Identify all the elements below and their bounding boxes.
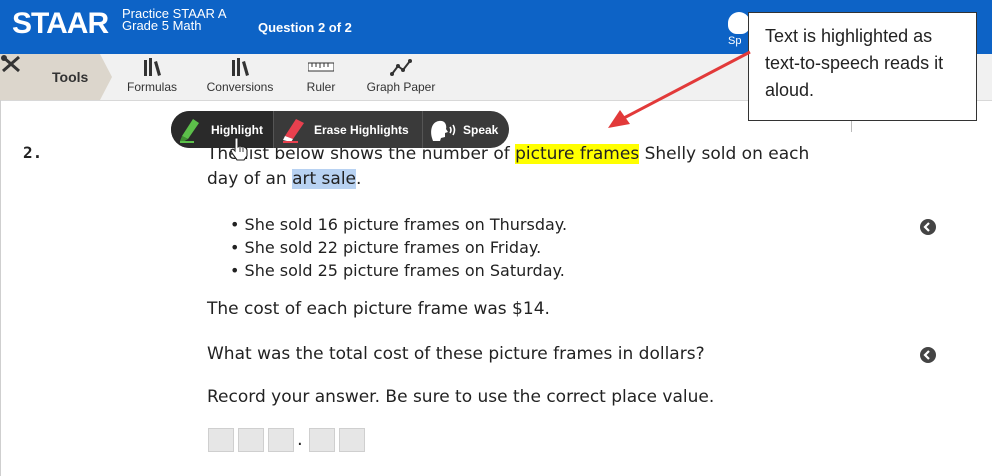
conversions-button[interactable]: Conversions — [198, 57, 282, 94]
question-intro-line2: day of an art sale. — [207, 169, 361, 189]
test-name: Practice STAAR A Grade 5 Math — [122, 7, 227, 33]
list-item: • She sold 16 picture frames on Thursday… — [230, 215, 568, 234]
eraser-red-icon — [283, 118, 304, 143]
list-item: • She sold 25 picture frames on Saturday… — [230, 261, 565, 280]
question-prompt: What was the total cost of these picture… — [207, 344, 705, 364]
answer-digit-box[interactable] — [238, 428, 264, 452]
ruler-icon — [302, 57, 340, 77]
conversions-label: Conversions — [206, 80, 274, 94]
intro-line2-text-2: . — [356, 169, 362, 189]
marker-green-icon — [180, 118, 199, 143]
conversions-icon — [198, 57, 282, 77]
answer-digit-box[interactable] — [268, 428, 294, 452]
cost-line: The cost of each picture frame was $14. — [207, 299, 550, 319]
bullet-text: She sold 22 picture frames on Friday. — [244, 238, 542, 257]
tools-label: Tools — [52, 69, 89, 85]
speech-bubble-icon[interactable] — [728, 12, 750, 34]
highlight-yellow-text[interactable]: picture frames — [515, 144, 640, 164]
erase-highlights-label: Erase Highlights — [314, 122, 409, 137]
header-icon-label: Sp — [728, 35, 742, 47]
speaking-head-icon — [431, 120, 456, 141]
staar-logo: STAAR — [12, 7, 109, 40]
answer-digit-box[interactable] — [309, 428, 335, 452]
speak-label: Speak — [463, 122, 499, 137]
graph-paper-label: Graph Paper — [366, 80, 436, 94]
answer-decimal-point: . — [297, 429, 303, 450]
tools-icon — [1, 55, 20, 73]
answer-instruction: Record your answer. Be sure to use the c… — [207, 387, 715, 407]
list-item: • She sold 22 picture frames on Friday. — [230, 238, 542, 257]
ruler-label: Ruler — [306, 80, 336, 94]
test-name-line2: Grade 5 Math — [122, 18, 202, 33]
answer-digit-box[interactable] — [339, 428, 365, 452]
ruler-button[interactable]: Ruler — [302, 57, 340, 94]
highlight-blue-text[interactable]: art sale — [292, 169, 356, 189]
highlight-label: Highlight — [211, 122, 263, 137]
formulas-label: Formulas — [126, 80, 177, 94]
back-arrow-icon[interactable] — [920, 347, 936, 363]
graph-paper-icon — [359, 57, 443, 77]
question-count: Question 2 of 2 — [258, 20, 352, 35]
intro-text-2: Shelly sold on each — [639, 144, 810, 164]
intro-line2-text-1: day of an — [207, 169, 293, 189]
bullet-text: She sold 16 picture frames on Thursday. — [244, 215, 568, 234]
hand-cursor-icon — [230, 137, 248, 161]
tools-button[interactable]: Tools — [0, 54, 112, 100]
back-arrow-icon[interactable] — [920, 219, 936, 235]
callout-text: Text is highlighted as text-to-speech re… — [765, 26, 944, 100]
question-number: 2. — [23, 143, 43, 162]
highlight-button[interactable]: Highlight — [171, 111, 273, 148]
graph-paper-button[interactable]: Graph Paper — [359, 57, 443, 94]
speak-button[interactable]: Speak — [423, 111, 509, 148]
formulas-icon — [124, 57, 180, 77]
annotation-callout: Text is highlighted as text-to-speech re… — [748, 12, 977, 121]
callout-arrow — [608, 50, 751, 128]
answer-digit-box[interactable] — [208, 428, 234, 452]
erase-highlights-button[interactable]: Erase Highlights — [274, 111, 422, 148]
content-left-border — [0, 100, 1, 476]
formulas-button[interactable]: Formulas — [124, 57, 180, 94]
bullet-text: She sold 25 picture frames on Saturday. — [244, 261, 565, 280]
highlight-toolbar: Highlight Erase Highlights Speak — [171, 111, 509, 148]
